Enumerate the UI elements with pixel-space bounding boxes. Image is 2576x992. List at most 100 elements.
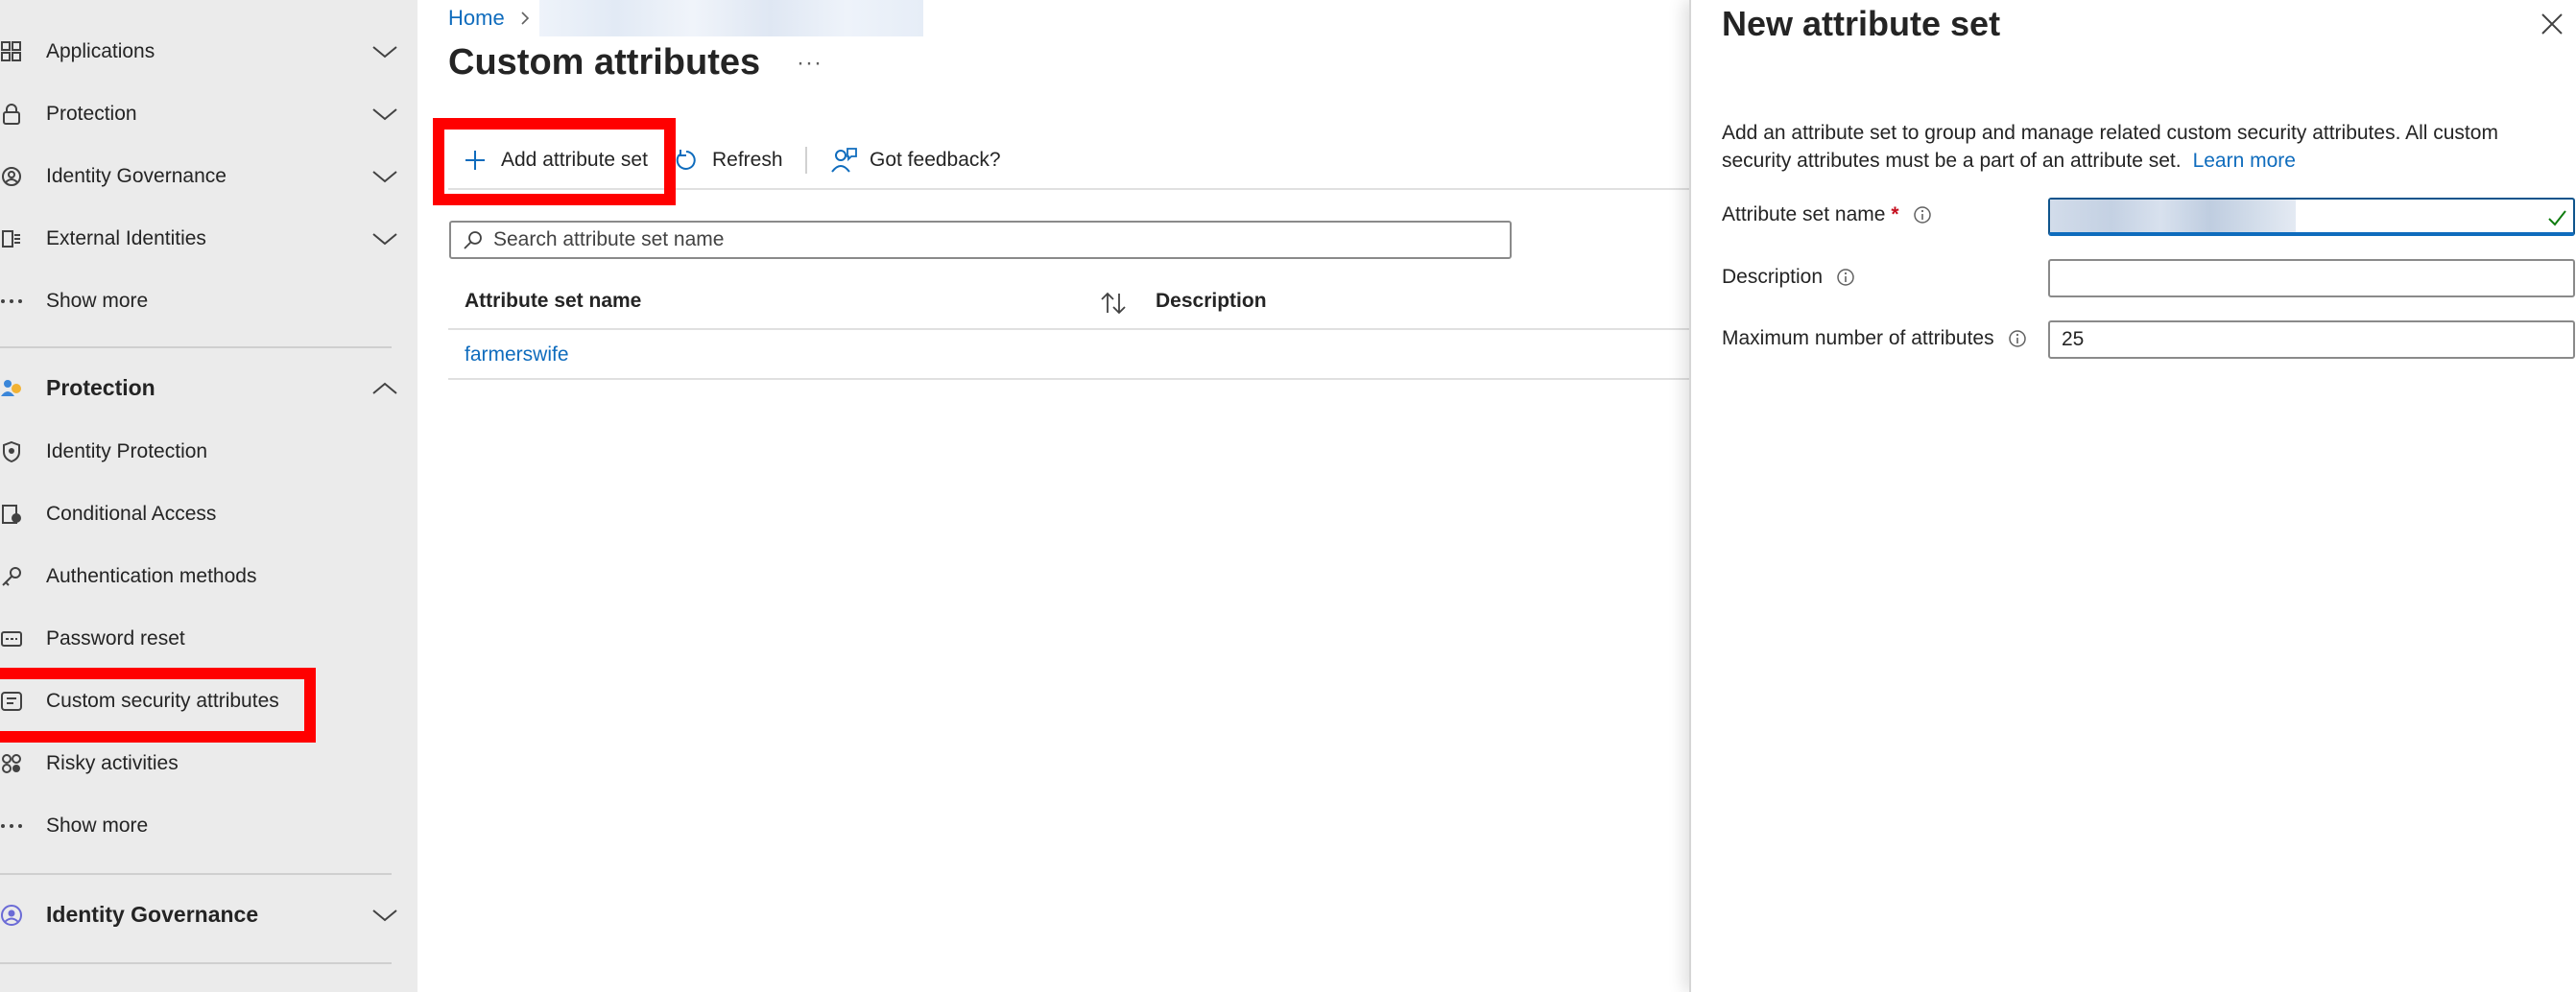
breadcrumb: Home: [448, 0, 923, 36]
sidebar-item-identity-governance[interactable]: Identity Governance: [0, 145, 417, 207]
sidebar-item-label: Show more: [46, 814, 149, 837]
table-row-divider: [448, 378, 1689, 380]
sidebar-item-show-more[interactable]: Show more: [0, 794, 417, 857]
got-feedback-label: Got feedback?: [870, 149, 1001, 171]
column-header-description[interactable]: Description: [1156, 290, 1267, 313]
more-options-button[interactable]: ···: [797, 50, 823, 77]
sidebar-item-label: External Identities: [46, 226, 206, 249]
refresh-label: Refresh: [712, 149, 783, 171]
sidebar-item-conditional-access[interactable]: Conditional Access: [0, 483, 417, 545]
sidebar-item-custom-security-attributes[interactable]: Custom security attributes: [0, 670, 417, 732]
refresh-icon: [672, 146, 701, 175]
sidebar-item-label: Risky activities: [46, 751, 179, 774]
risky-activities-icon: [0, 752, 23, 775]
sidebar-item-show-more[interactable]: Show more: [0, 270, 417, 332]
conditional-access-icon: [0, 503, 23, 526]
checkmark-icon: [2548, 210, 2566, 226]
identity-governance-icon: [0, 165, 23, 188]
sidebar-section-protection[interactable]: Protection: [0, 357, 417, 419]
sidebar: Applications Protection Identity Governa…: [0, 0, 417, 992]
feedback-icon: [829, 146, 858, 175]
table-row-attribute-set-link[interactable]: farmerswife: [465, 343, 569, 366]
got-feedback-button[interactable]: Got feedback?: [829, 139, 1001, 181]
chevron-up-icon[interactable]: [370, 379, 399, 398]
learn-more-link[interactable]: Learn more: [2193, 150, 2296, 172]
required-mark: *: [1891, 203, 1899, 225]
protection-people-icon: [0, 377, 23, 400]
attribute-set-name-field[interactable]: [2048, 198, 2575, 236]
panel-description: Add an attribute set to group and manage…: [1722, 119, 2557, 175]
new-attribute-set-panel: New attribute set Add an attribute set t…: [1689, 0, 2576, 992]
breadcrumb-home-link[interactable]: Home: [448, 6, 505, 31]
toolbar-separator: [805, 147, 807, 174]
toolbar-divider: [448, 188, 1689, 190]
sidebar-item-label: Password reset: [46, 626, 185, 650]
sidebar-item-label: Protection: [46, 102, 137, 125]
sidebar-section-label: Protection: [46, 375, 155, 400]
sidebar-divider: [0, 962, 392, 964]
chevron-down-icon[interactable]: [370, 906, 399, 925]
sidebar-item-label: Identity Protection: [46, 439, 208, 462]
column-header-attribute-set-name[interactable]: Attribute set name: [465, 290, 641, 313]
plus-icon: [461, 146, 489, 175]
search-input[interactable]: [493, 228, 1453, 251]
applications-icon: [0, 40, 23, 63]
sidebar-item-label: Show more: [46, 289, 149, 312]
max-attributes-input[interactable]: [2050, 328, 2573, 351]
chevron-down-icon[interactable]: [370, 105, 399, 124]
main-content: Home Custom attributes ··· Add attribute…: [417, 0, 1689, 992]
chevron-right-icon: [521, 12, 529, 25]
search-attribute-set[interactable]: [449, 221, 1512, 259]
attribute-set-name-label: Attribute set name *: [1722, 203, 1932, 226]
close-icon[interactable]: [2540, 12, 2564, 36]
sidebar-item-protection[interactable]: Protection: [0, 83, 417, 145]
max-attributes-field[interactable]: [2048, 320, 2575, 359]
description-input[interactable]: [2050, 267, 2573, 290]
external-identities-icon: [0, 227, 23, 250]
sidebar-section-identity-governance[interactable]: Identity Governance: [0, 884, 417, 946]
redacted-tenant-name: [538, 0, 923, 36]
key-icon: [0, 565, 23, 588]
sidebar-item-applications[interactable]: Applications: [0, 20, 417, 83]
attribute-set-name-label-text: Attribute set name: [1722, 203, 1886, 225]
sidebar-divider: [0, 346, 392, 348]
lock-icon: [0, 103, 23, 126]
shield-icon: [0, 440, 23, 463]
sidebar-item-authentication-methods[interactable]: Authentication methods: [0, 545, 417, 607]
sidebar-divider: [0, 873, 392, 875]
refresh-button[interactable]: Refresh: [672, 139, 783, 181]
description-label: Description: [1722, 266, 1855, 289]
password-icon: [0, 627, 23, 650]
info-icon[interactable]: [2008, 329, 2027, 348]
chevron-down-icon[interactable]: [370, 229, 399, 248]
chevron-down-icon[interactable]: [370, 42, 399, 61]
max-attributes-label: Maximum number of attributes: [1722, 327, 2027, 350]
sidebar-item-label: Authentication methods: [46, 564, 257, 587]
attributes-icon: [0, 690, 23, 713]
description-field[interactable]: [2048, 259, 2575, 297]
sidebar-item-identity-protection[interactable]: Identity Protection: [0, 420, 417, 483]
panel-description-text: Add an attribute set to group and manage…: [1722, 122, 2498, 172]
sidebar-item-external-identities[interactable]: External Identities: [0, 207, 417, 270]
table-header-divider: [448, 328, 1689, 330]
redacted-name-value: [2050, 200, 2296, 232]
panel-title: New attribute set: [1722, 4, 2001, 43]
add-attribute-set-button[interactable]: Add attribute set: [461, 139, 648, 181]
sidebar-item-label: Identity Governance: [46, 164, 227, 187]
info-icon[interactable]: [1913, 205, 1932, 224]
ellipsis-icon: [0, 290, 23, 313]
sidebar-item-label: Applications: [46, 39, 155, 62]
ellipsis-icon: [0, 815, 23, 838]
add-attribute-set-label: Add attribute set: [501, 149, 648, 171]
sidebar-item-label: Conditional Access: [46, 502, 217, 525]
sidebar-item-label: Custom security attributes: [46, 689, 279, 712]
info-icon[interactable]: [1836, 268, 1855, 287]
search-icon: [461, 227, 486, 252]
chevron-down-icon[interactable]: [370, 167, 399, 186]
sort-icon[interactable]: [1099, 290, 1128, 317]
sidebar-item-risky-activities[interactable]: Risky activities: [0, 732, 417, 794]
identity-governance-icon: [0, 904, 23, 927]
description-label-text: Description: [1722, 266, 1824, 288]
sidebar-item-password-reset[interactable]: Password reset: [0, 607, 417, 670]
max-attributes-label-text: Maximum number of attributes: [1722, 327, 1994, 349]
